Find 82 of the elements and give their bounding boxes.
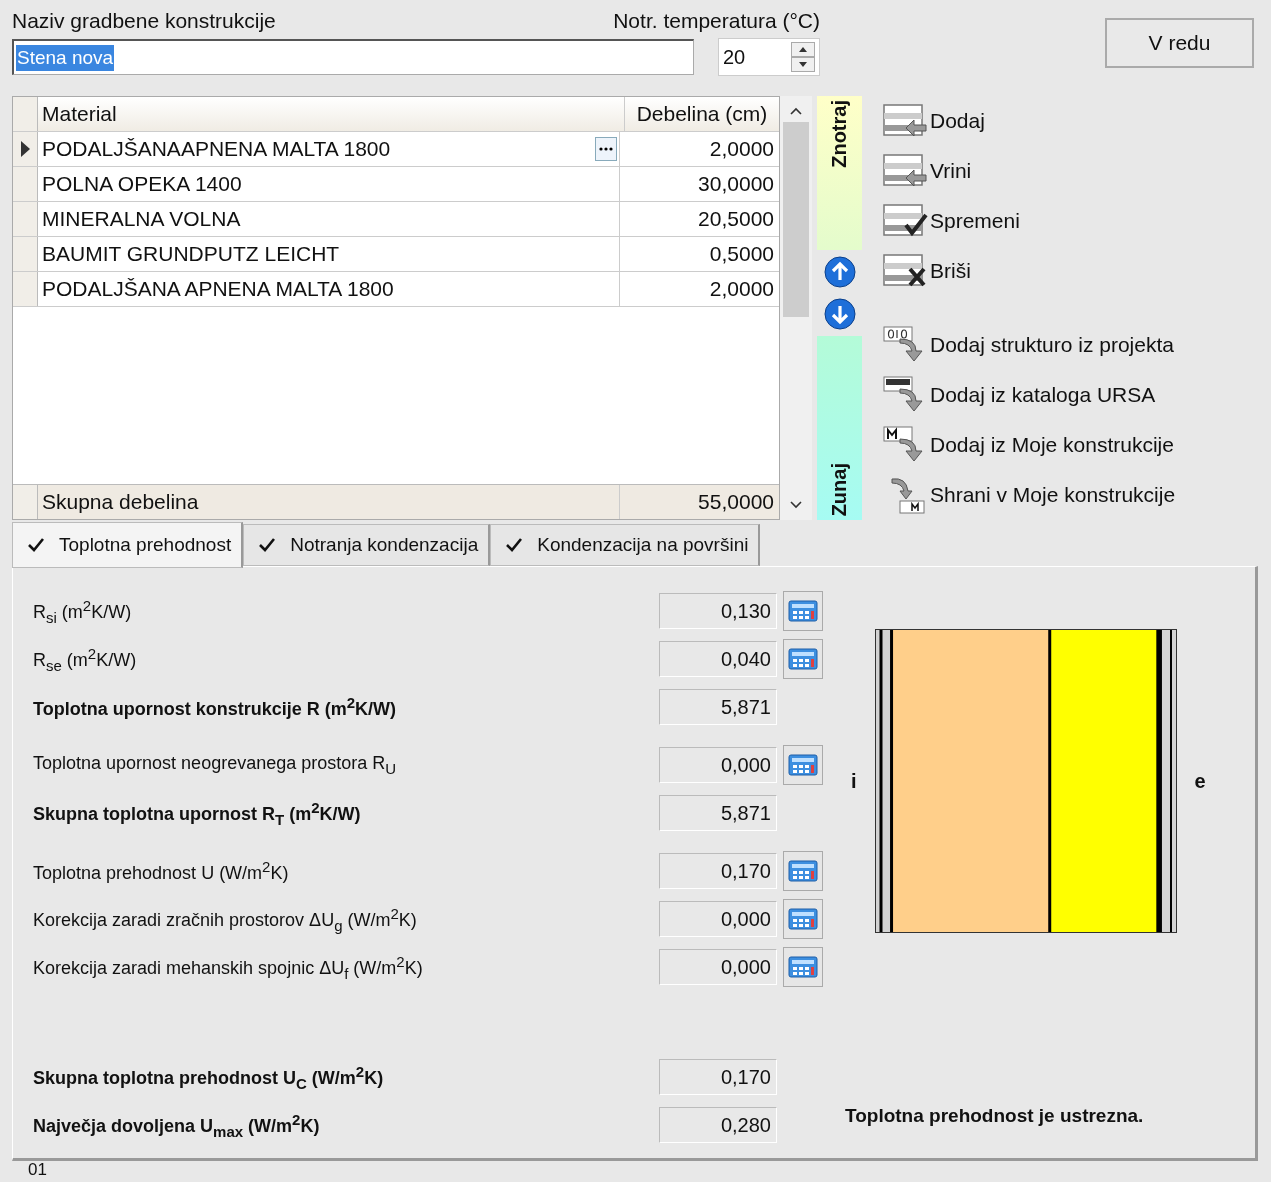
table-cell[interactable]: 30,0000 [620,167,779,201]
calculator-button[interactable] [783,899,823,939]
row-header[interactable] [13,132,38,166]
result-value: 5,871 [659,689,777,725]
result-label: Skupna toplotna upornost R$_{T}$ (m$^{2}$K/W) [33,798,362,828]
table-cell[interactable]: 20,5000 [620,202,779,236]
calculator-button[interactable] [783,851,823,891]
outside-label: Zunaj [828,462,851,516]
result-label: Toplotna upornost konstrukcije R (m$^{2}$K/W) [33,694,397,720]
inside-mark: i [851,769,857,793]
column-header[interactable]: Material [38,97,625,131]
material-name: BAUMIT GRUNDPUTZ LEICHT [42,242,340,266]
result-value: 0,130 [659,593,777,629]
result-label: Največja dovoljena U$_{max}$ (W/m$^{2}$K) [33,1110,321,1140]
scroll-thumb[interactable] [783,122,809,317]
action-button[interactable]: Dodaj strukturo iz projekta [882,320,1176,370]
ok-button[interactable]: V redu [1105,18,1254,68]
table-cell[interactable]: PODALJŠANAAPNENA MALTA 1800 [38,132,620,166]
footer-text: 01 [28,1161,48,1179]
material-name: MINERALNA VOLNA [42,207,241,231]
move-up-icon[interactable] [823,256,856,288]
tab[interactable]: Toplotna prehodnost [12,522,244,568]
total-label: Skupna debelina [38,485,620,519]
action-button[interactable]: Dodaj iz Moje konstrukcije [882,420,1176,470]
table-cell[interactable]: MINERALNA VOLNA [38,202,620,236]
corner-header [13,97,38,131]
list-action-icon [882,153,928,189]
list-action-icon [882,253,928,289]
result-label: Toplotna upornost neogrevanega prostora R$_{U}$ [33,753,398,777]
row-pointer-icon [19,139,31,159]
action-button[interactable]: Dodaj iz kataloga URSA [882,370,1176,420]
result-value: 0,000 [659,901,777,937]
result-value: 0,170 [659,853,777,889]
result-label: Korekcija zaradi mehanskih spojnic ΔU$_{f}$ (W/m$^{2}$K) [33,952,424,982]
result-value: 0,040 [659,641,777,677]
result-label: R$_{si}$ (m$^{2}$K/W) [33,596,133,626]
action-button[interactable]: Shrani v Moje konstrukcije [882,470,1176,520]
tab[interactable]: Kondenzacija na površini [490,524,761,566]
temperature-label: Notr. temperatura (°C) [613,8,820,34]
result-label: Toplotna prehodnost U (W/m$^{2}$K) [33,858,290,884]
result-value: 0,280 [659,1107,777,1143]
action-button[interactable]: Briši [882,246,1176,296]
result-label: Skupna toplotna prehodnost U$_{C}$ (W/m$^{2}$K) [33,1062,385,1092]
table-cell[interactable]: POLNA OPEKA 1400 [38,167,620,201]
table-cell[interactable]: BAUMIT GRUNDPUTZ LEICHT [38,237,620,271]
outside-mark: e [1194,769,1206,793]
result-value: 0,000 [659,949,777,985]
table-cell[interactable]: 2,0000 [620,272,779,306]
move-down-icon[interactable] [823,298,856,330]
result-value: 0,000 [659,747,777,783]
action-button[interactable]: Spremeni [882,196,1176,246]
calculator-button[interactable] [783,591,823,631]
result-value: 5,871 [659,795,777,831]
result-label: R$_{se}$ (m$^{2}$K/W) [33,644,138,674]
verdict-text: Toplotna prehodnost je ustrezna. [845,1105,1144,1127]
result-label: Korekcija zaradi zračnih prostorov ΔU$_{g}$ (W/m$^{2}$K) [33,904,418,934]
list-action-icon [882,103,928,139]
table-cell[interactable]: PODALJŠANA APNENA MALTA 1800 [38,272,620,306]
calculator-button[interactable] [783,745,823,785]
calculator-button[interactable] [783,639,823,679]
calculator-button[interactable] [783,947,823,987]
list-action-icon [882,203,928,239]
name-field[interactable]: Stena nova [12,39,694,75]
material-name: POLNA OPEKA 1400 [42,172,242,196]
temperature-spinner[interactable]: 20 [718,38,820,76]
scroll-down-icon[interactable] [789,500,803,510]
tab[interactable]: Notranja kondenzacija [243,524,491,566]
name-label: Naziv gradbene konstrukcije [12,8,276,34]
result-value: 0,170 [659,1059,777,1095]
material-name: PODALJŠANAAPNENA MALTA 1800 [42,137,391,161]
total-value: 55,0000 [697,489,775,515]
scrollbar[interactable] [780,96,812,520]
scroll-up-icon[interactable] [789,106,803,116]
table-cell[interactable]: 2,0000 [620,132,779,166]
action-button[interactable]: Dodaj [882,96,1176,146]
table-cell[interactable]: 0,5000 [620,237,779,271]
action-button[interactable]: Vrini [882,146,1176,196]
spinner-arrows-icon[interactable] [791,42,815,72]
inside-label: Znotraj [828,100,851,168]
column-header[interactable]: Debelina (cm) [625,97,779,131]
material-name: PODALJŠANA APNENA MALTA 1800 [42,277,394,301]
ellipsis-icon[interactable] [595,137,617,161]
